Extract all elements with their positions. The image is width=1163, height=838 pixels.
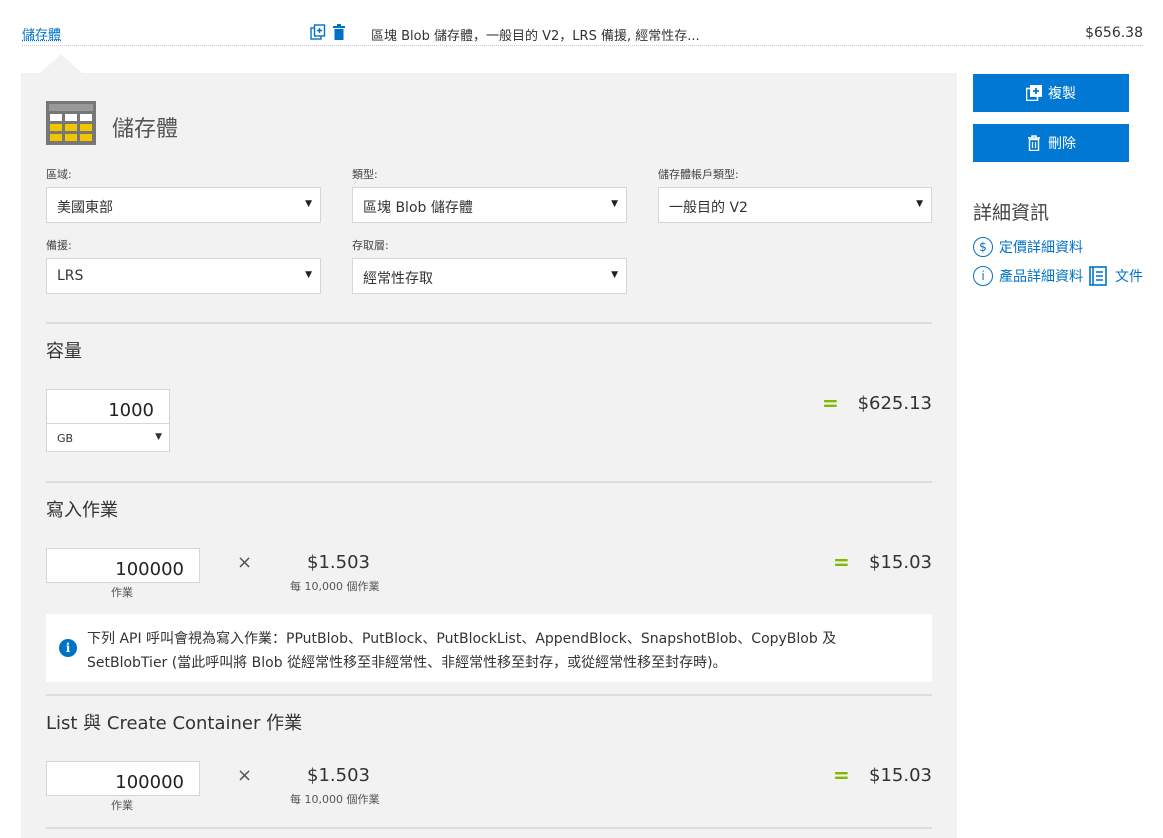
estimate-row-description: 區塊 Blob 儲存體，一般目的 V2，LRS 備援, 經常性存... [371, 29, 700, 44]
section-divider [46, 481, 932, 483]
list-ops-section-title: List 與 Create Container 作業 [46, 713, 303, 734]
info-icon: i [973, 266, 993, 286]
dollar-icon: $ [973, 237, 993, 257]
capacity-section-title: 容量 [46, 341, 82, 362]
equals-sign: = [822, 391, 839, 415]
write-ops-rate: $1.503 [307, 552, 370, 573]
copy-button-label: 複製 [1048, 86, 1076, 102]
product-details-link[interactable]: i 產品詳細資料 [973, 266, 1083, 286]
chevron-down-icon: ▼ [155, 432, 162, 442]
copy-icon[interactable] [310, 24, 326, 40]
equals-sign: = [833, 550, 850, 574]
trash-icon [1028, 135, 1040, 151]
region-select[interactable]: 美國東部 ▼ [46, 187, 321, 223]
delete-button-label: 刪除 [1048, 136, 1076, 152]
chevron-down-icon: ▼ [305, 270, 312, 280]
account-type-label: 儲存體帳戶類型: [658, 168, 739, 181]
region-label: 區域: [46, 168, 72, 181]
estimate-row-price: $656.38 [1085, 25, 1143, 41]
product-title: 儲存體 [112, 117, 179, 142]
section-divider [46, 694, 932, 696]
list-ops-input[interactable]: 100000 [46, 761, 200, 796]
write-ops-input[interactable]: 100000 [46, 548, 200, 583]
list-ops-unit: 作業 [111, 799, 133, 812]
write-ops-info-text: 下列 API 呼叫會視為寫入作業：PPutBlob、PutBlock、PutBl… [87, 631, 837, 671]
type-select[interactable]: 區塊 Blob 儲存體 ▼ [352, 187, 627, 223]
capacity-unit-select[interactable]: GB ▼ [46, 423, 170, 452]
documentation-label: 文件 [1115, 269, 1143, 285]
multiply-sign: × [237, 765, 253, 786]
pricing-details-label: 定價詳細資料 [999, 240, 1083, 256]
capacity-input[interactable]: 1000 [46, 389, 170, 424]
capacity-unit-value: GB [57, 432, 74, 445]
section-divider [46, 827, 932, 829]
estimate-row-title[interactable]: 儲存體 [22, 24, 61, 43]
chevron-down-icon: ▼ [611, 270, 618, 280]
panel-notch [39, 54, 83, 74]
section-divider [46, 322, 932, 324]
equals-sign: = [833, 763, 850, 787]
redundancy-select[interactable]: LRS ▼ [46, 258, 321, 294]
type-value: 區塊 Blob 儲存體 [363, 200, 473, 216]
type-label: 類型: [352, 168, 378, 181]
access-tier-label: 存取層: [352, 239, 389, 252]
trash-icon[interactable] [332, 24, 346, 40]
access-tier-value: 經常性存取 [363, 271, 433, 287]
write-ops-rate-unit: 每 10,000 個作業 [290, 580, 380, 593]
copy-button[interactable]: 複製 [973, 74, 1129, 112]
write-ops-unit: 作業 [111, 586, 133, 599]
chevron-down-icon: ▼ [916, 199, 923, 209]
estimate-row-header: 儲存體 區塊 Blob 儲存體，一般目的 V2，LRS 備援, 經常性存... … [22, 18, 1143, 46]
list-ops-amount: $15.03 [869, 765, 932, 786]
account-type-select[interactable]: 一般目的 V2 ▼ [658, 187, 932, 223]
documentation-link[interactable]: 文件 [1089, 266, 1143, 286]
write-ops-section-title: 寫入作業 [46, 500, 118, 521]
region-value: 美國東部 [57, 200, 113, 216]
redundancy-label: 備援: [46, 239, 72, 252]
multiply-sign: × [237, 552, 253, 573]
pricing-details-link[interactable]: $ 定價詳細資料 [973, 237, 1083, 257]
delete-button[interactable]: 刪除 [973, 124, 1129, 162]
write-ops-info-note: i 下列 API 呼叫會視為寫入作業：PPutBlob、PutBlock、Put… [46, 614, 932, 682]
access-tier-select[interactable]: 經常性存取 ▼ [352, 258, 627, 294]
product-details-label: 產品詳細資料 [999, 269, 1083, 285]
details-title: 詳細資訊 [973, 202, 1050, 224]
chevron-down-icon: ▼ [305, 199, 312, 209]
write-ops-amount: $15.03 [869, 552, 932, 573]
info-icon: i [59, 639, 77, 657]
capacity-amount: $625.13 [857, 393, 932, 414]
account-type-value: 一般目的 V2 [669, 200, 748, 216]
document-icon [1089, 266, 1107, 286]
list-ops-rate: $1.503 [307, 765, 370, 786]
list-ops-rate-unit: 每 10,000 個作業 [290, 793, 380, 806]
redundancy-value: LRS [57, 268, 84, 284]
storage-table-icon [46, 101, 96, 145]
copy-icon [1026, 85, 1042, 101]
chevron-down-icon: ▼ [611, 199, 618, 209]
